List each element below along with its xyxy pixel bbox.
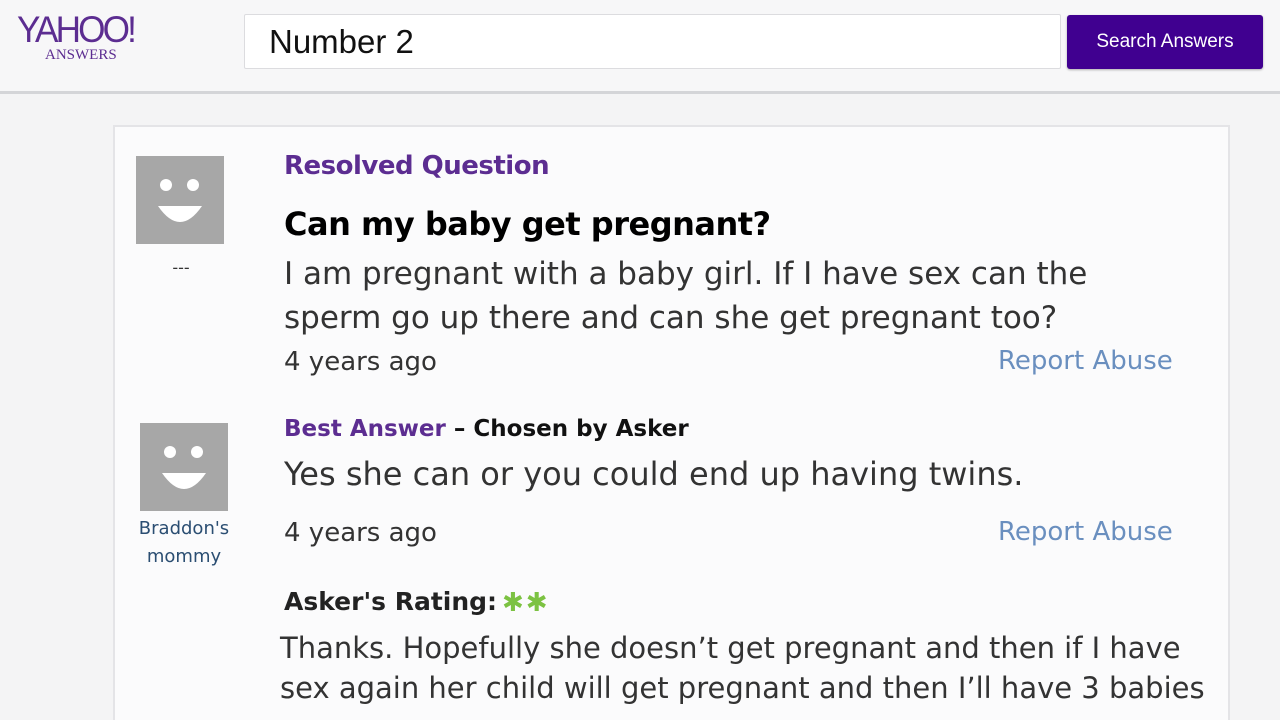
chosen-by-asker-label: – Chosen by Asker <box>445 416 689 442</box>
search-input[interactable]: Number 2 <box>244 14 1061 69</box>
question-timestamp: 4 years ago <box>284 347 437 377</box>
asker-avatar[interactable] <box>136 156 224 244</box>
best-answer-label: Best Answer – Chosen by Asker <box>284 416 689 442</box>
rating-comment: Thanks. Hopefully she doesn’t get pregna… <box>280 631 1205 705</box>
answerer-avatar[interactable] <box>140 423 228 511</box>
answer-report-abuse-link[interactable]: Report Abuse <box>998 517 1173 547</box>
answer-timestamp: 4 years ago <box>284 518 437 548</box>
yahoo-answers-logo[interactable]: YAHOO! ANSWERS <box>17 10 167 70</box>
resolved-question-label: Resolved Question <box>284 151 550 181</box>
smiley-avatar-icon <box>136 156 224 244</box>
question-body: I am pregnant with a baby girl. If I hav… <box>284 256 1088 336</box>
best-answer-title: Best Answer <box>284 416 446 442</box>
question-report-abuse-link[interactable]: Report Abuse <box>998 346 1173 376</box>
logo-subtitle: ANSWERS <box>45 47 117 63</box>
search-answers-button[interactable]: Search Answers <box>1067 15 1263 69</box>
logo-wordmark: YAHOO! <box>17 9 137 50</box>
smiley-avatar-icon <box>140 423 228 511</box>
rating-stars-icon: ✱✱ <box>502 588 550 618</box>
top-header: YAHOO! ANSWERS Number 2 Search Answers <box>0 0 1280 94</box>
askers-rating-label: Asker's Rating: <box>284 587 498 616</box>
question-title: Can my baby get pregnant? <box>284 205 771 243</box>
asker-name[interactable]: --- <box>166 256 196 280</box>
best-answer-text: Yes she can or you could end up having t… <box>284 455 1024 493</box>
answerer-name[interactable]: Braddon's mommy <box>128 515 240 571</box>
